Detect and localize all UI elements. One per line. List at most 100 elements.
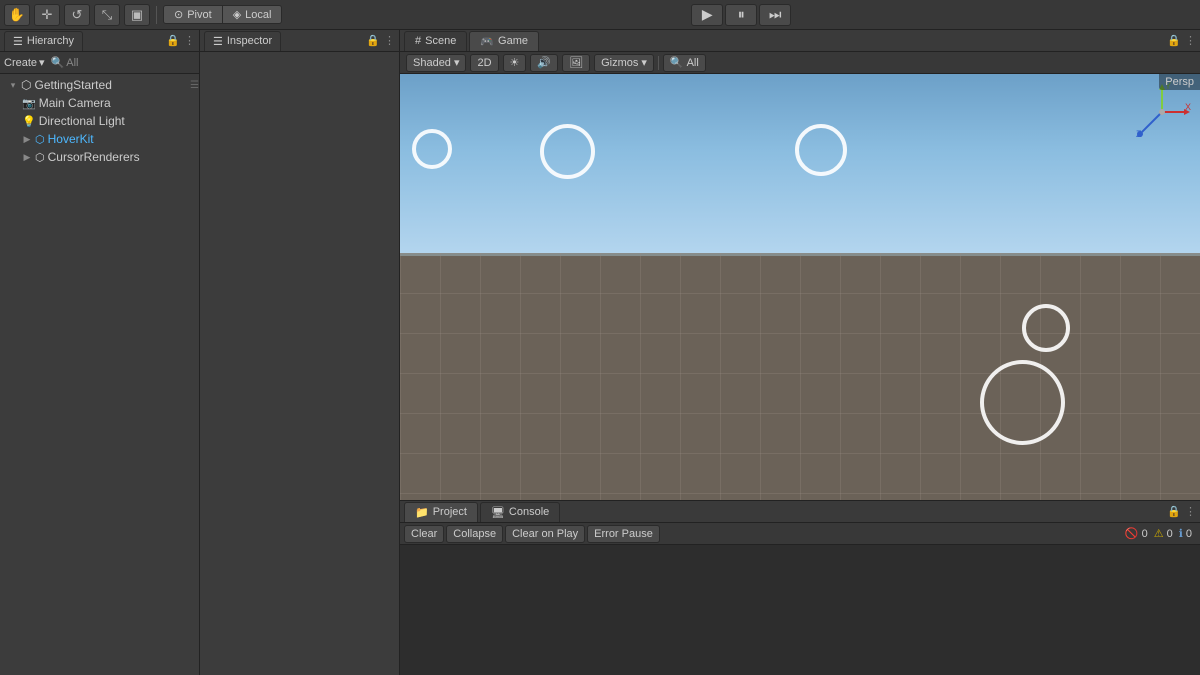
clear-button[interactable]: Clear (404, 525, 444, 543)
warning-count-value: 0 (1167, 528, 1173, 540)
scene-more-icon[interactable]: ⋮ (1185, 34, 1196, 47)
error-pause-button[interactable]: Error Pause (587, 525, 660, 543)
local-btn[interactable]: ◈ Local (223, 6, 282, 23)
main-camera-label: Main Camera (39, 96, 111, 110)
scene-lock-icon[interactable]: 🔒 (1167, 34, 1181, 47)
search-scene-btn[interactable]: 🔍 All (663, 54, 706, 72)
svg-text:Z: Z (1136, 129, 1142, 139)
bottom-more-icon[interactable]: ⋮ (1185, 505, 1196, 518)
error-count-value: 0 (1142, 528, 1148, 540)
rect-tool-btn[interactable]: ▣ (124, 4, 150, 26)
console-tab-label: Console (509, 506, 549, 518)
lighting-btn[interactable]: ☀ (503, 54, 527, 72)
hierarchy-item-cursor-renderers[interactable]: ▶ ⬡ CursorRenderers (0, 148, 199, 166)
hierarchy-tab[interactable]: ☰ Hierarchy (4, 31, 83, 51)
scene-toolbar-sep (658, 56, 659, 70)
hierarchy-tab-actions: 🔒 ⋮ (166, 34, 195, 47)
game-tab[interactable]: 🎮 Game (469, 31, 539, 51)
play-controls: ▶ ⏸ ⏭ (691, 4, 791, 26)
warning-count: ⚠ 0 (1154, 527, 1173, 540)
right-side: # Scene 🎮 Game 🔒 ⋮ Shaded ▾ (400, 30, 1200, 675)
scene-tab[interactable]: # Scene (404, 31, 467, 51)
info-count: ℹ 0 (1179, 527, 1192, 540)
clear-on-play-button[interactable]: Clear on Play (505, 525, 585, 543)
move-tool-btn[interactable]: ✛ (34, 4, 60, 26)
scene-arrow: ▾ (8, 80, 18, 90)
inspector-more-icon[interactable]: ⋮ (384, 34, 395, 47)
all-label: All (66, 57, 78, 69)
hoverkit-icon: ⬡ (35, 133, 45, 146)
inspector-menu-icon: ☰ (213, 35, 223, 48)
hierarchy-panel: ☰ Hierarchy 🔒 ⋮ Create ▾ 🔍 All ▾ ⬡ (0, 30, 200, 675)
inspector-content (200, 52, 399, 675)
ring-2 (540, 124, 595, 179)
hierarchy-item-directional-light[interactable]: 💡 Directional Light (0, 112, 199, 130)
hierarchy-tab-bar: ☰ Hierarchy 🔒 ⋮ (0, 30, 199, 52)
gizmos-dropdown-icon: ▾ (641, 56, 647, 69)
light-icon: 💡 (22, 115, 36, 128)
project-tab-label: Project (433, 506, 467, 518)
search-icon: 🔍 (51, 56, 65, 69)
create-label: Create (4, 57, 37, 69)
bottom-tab-actions: 🔒 ⋮ (1167, 505, 1196, 518)
project-tab[interactable]: 📁 Project (404, 502, 478, 522)
console-counts: 🚫 0 ⚠ 0 ℹ 0 (1125, 527, 1196, 540)
shading-btn[interactable]: Shaded ▾ (406, 54, 466, 72)
scene-viewport[interactable]: Y X Z Persp (400, 74, 1200, 500)
project-icon: 📁 (415, 506, 429, 519)
bottom-lock-icon[interactable]: 🔒 (1167, 505, 1181, 518)
shading-label: Shaded (413, 57, 451, 69)
scene-toolbar: Shaded ▾ 2D ☀ 🔊 🖼 Gizmos ▾ (400, 52, 1200, 74)
cursor-renderers-label: CursorRenderers (48, 150, 140, 164)
audio-btn[interactable]: 🔊 (530, 54, 558, 72)
scene-menu-icon[interactable]: ☰ (190, 80, 199, 91)
inspector-tab[interactable]: ☰ Inspector (204, 31, 281, 51)
hierarchy-more-icon[interactable]: ⋮ (184, 34, 195, 47)
error-pause-label: Error Pause (594, 528, 653, 540)
scale-tool-btn[interactable]: ⤡ (94, 4, 120, 26)
local-icon: ◈ (233, 8, 241, 21)
scene-tab-label: Scene (425, 35, 456, 47)
axis-gizmo: Y X Z (1132, 82, 1192, 145)
info-count-value: 0 (1186, 528, 1192, 540)
hierarchy-lock-icon[interactable]: 🔒 (166, 34, 180, 47)
hierarchy-search-all[interactable]: 🔍 All (51, 56, 79, 69)
rotate-tool-btn[interactable]: ↺ (64, 4, 90, 26)
2d-btn[interactable]: 2D (470, 54, 498, 72)
image-icon: 🖼 (569, 56, 583, 69)
pivot-btn[interactable]: ⊙ Pivot (164, 6, 223, 23)
ring-5 (1022, 304, 1070, 352)
error-count: 🚫 0 (1125, 527, 1148, 540)
svg-text:X: X (1185, 102, 1191, 112)
bottom-panel: 📁 Project 🖥 Console 🔒 ⋮ Clear Col (400, 500, 1200, 675)
grid-overlay (400, 253, 1200, 500)
hierarchy-scene-root[interactable]: ▾ ⬡ GettingStarted ☰ (0, 76, 199, 94)
directional-light-label: Directional Light (39, 114, 125, 128)
step-button[interactable]: ⏭ (759, 4, 791, 26)
scene-name: GettingStarted (34, 78, 111, 92)
hand-tool-btn[interactable]: ✋ (4, 4, 30, 26)
pivot-icon: ⊙ (174, 8, 183, 21)
camera-icon: 📷 (22, 97, 36, 110)
create-dropdown-icon: ▾ (39, 56, 45, 69)
inspector-tab-actions: 🔒 ⋮ (366, 34, 395, 47)
console-content (400, 545, 1200, 675)
gizmos-btn[interactable]: Gizmos ▾ (594, 54, 654, 72)
sun-icon: ☀ (510, 56, 520, 69)
console-tab[interactable]: 🖥 Console (480, 502, 560, 522)
inspector-tab-label: Inspector (227, 35, 272, 47)
hierarchy-item-main-camera[interactable]: 📷 Main Camera (0, 94, 199, 112)
hoverkit-label: HoverKit (48, 132, 94, 146)
hierarchy-item-hoverkit[interactable]: ▶ ⬡ HoverKit (0, 130, 199, 148)
collapse-button[interactable]: Collapse (446, 525, 503, 543)
hierarchy-create-btn[interactable]: Create ▾ (4, 56, 45, 69)
hierarchy-toolbar: Create ▾ 🔍 All (0, 52, 199, 74)
image-effects-btn[interactable]: 🖼 (562, 54, 590, 72)
pause-button[interactable]: ⏸ (725, 4, 757, 26)
inspector-lock-icon[interactable]: 🔒 (366, 34, 380, 47)
hierarchy-menu-icon: ☰ (13, 35, 23, 48)
scene-icon: ⬡ (21, 78, 31, 92)
hierarchy-tab-label: Hierarchy (27, 35, 74, 47)
clear-on-play-label: Clear on Play (512, 528, 578, 540)
play-button[interactable]: ▶ (691, 4, 723, 26)
